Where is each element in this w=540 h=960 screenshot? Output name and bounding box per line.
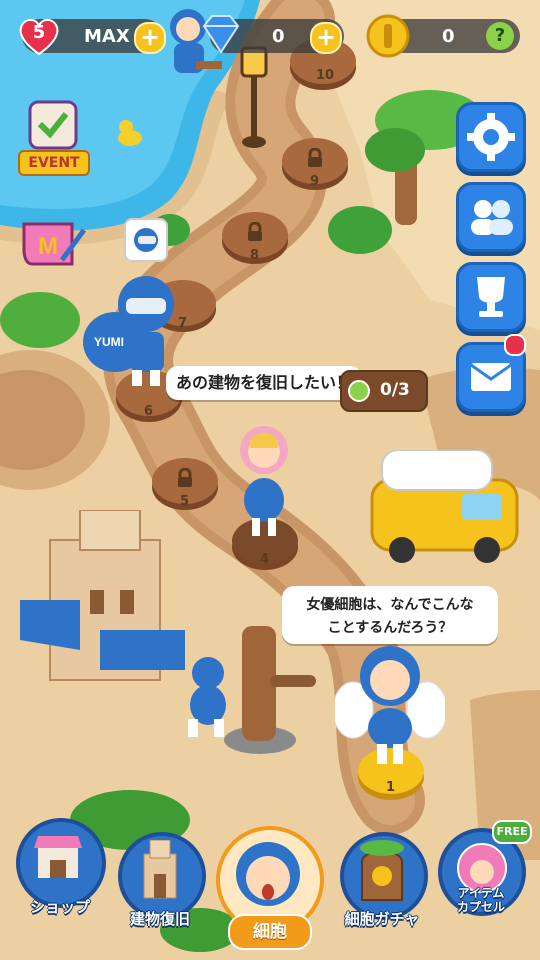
- lock-icon: [248, 222, 262, 241]
- nav-building-label: 建物復旧: [129, 910, 190, 928]
- speech-bubble-actress: 女優細胞は、なんでこんな ことするんだろう？: [282, 586, 498, 644]
- friends-icon: [471, 200, 513, 235]
- lock-icon: [178, 468, 192, 487]
- calendar-check-icon: [28, 100, 78, 150]
- level-number-8: 8: [250, 248, 260, 263]
- speech-bubble-restore: あの建物を復旧したい！: [166, 366, 362, 400]
- lamp-post: [240, 46, 268, 148]
- achievements-button[interactable]: [456, 262, 526, 332]
- level-number-6: 6: [144, 404, 154, 419]
- mail-notification-dot: [504, 334, 526, 356]
- game-scene: 10 9 8 7 6 5 4 1 YUMI MAX 5 + 0 + 0 ? EV…: [0, 0, 540, 960]
- quill-letter-icon: M: [22, 222, 87, 266]
- nav-cells-button[interactable]: 細胞: [214, 826, 324, 950]
- nav-cells-label: 細胞: [228, 914, 312, 950]
- character-hooded-girl[interactable]: [232, 420, 296, 540]
- nav-item-label-line1: アイテム: [457, 886, 505, 900]
- camper-van: [370, 450, 519, 563]
- diamond-icon: [202, 15, 240, 54]
- level-number-4: 4: [260, 552, 270, 567]
- quest-progress-panel[interactable]: 0/3: [340, 370, 428, 412]
- nav-item-label-line2: カプセル: [456, 900, 505, 914]
- level-number-1: 1: [386, 780, 396, 795]
- event-button[interactable]: EVENT: [18, 96, 90, 180]
- lock-icon: [308, 148, 322, 167]
- svg-text:M: M: [38, 233, 58, 260]
- cell-character-icon: [236, 842, 300, 906]
- nav-gacha-button[interactable]: 細胞ガチャ: [334, 832, 430, 932]
- rider-name-text: YUMI: [94, 335, 124, 349]
- level-number-9: 9: [310, 174, 320, 189]
- help-button[interactable]: ?: [486, 22, 514, 50]
- nav-item-label: アイテム カプセル: [432, 886, 530, 914]
- trophy-icon: [477, 277, 505, 317]
- character-blue-worker: [188, 657, 226, 737]
- nav-item-capsule-button[interactable]: FREE アイテム カプセル: [432, 820, 532, 930]
- free-badge: FREE: [492, 820, 532, 844]
- friends-button[interactable]: [456, 182, 526, 252]
- settings-button[interactable]: [456, 102, 526, 172]
- add-lives-button[interactable]: +: [134, 22, 166, 54]
- lives-status-text: MAX: [84, 26, 130, 47]
- level-number-5: 5: [180, 494, 190, 509]
- nav-gacha-label: 細胞ガチャ: [344, 910, 420, 928]
- nav-shop-button[interactable]: ショップ: [12, 818, 108, 928]
- add-gems-button[interactable]: +: [310, 22, 342, 54]
- character-angel-cell[interactable]: [335, 640, 445, 770]
- event-label: EVENT: [18, 150, 90, 176]
- quest-progress-text: 0/3: [380, 380, 410, 400]
- speech-text-line1: 女優細胞は、なんでこんな: [306, 597, 474, 613]
- gacha-door-icon: [360, 840, 404, 901]
- coin-icon: [366, 14, 410, 58]
- speech-text-line2: ことするんだろう？: [327, 620, 453, 636]
- nav-shop-label: ショップ: [29, 898, 90, 916]
- helmet-icon: [134, 228, 158, 252]
- castle-tower-icon: [143, 840, 177, 899]
- gear-icon: [467, 113, 515, 161]
- shop-stall-icon: [34, 836, 82, 878]
- lives-count: 5: [32, 22, 46, 43]
- speech-text-restore: あの建物を復旧したい！: [175, 373, 352, 392]
- coins-count: 0: [442, 26, 455, 47]
- rider-helmet-marker[interactable]: [124, 218, 168, 262]
- level-number-10: 10: [316, 68, 335, 83]
- nav-building-button[interactable]: 建物復旧: [112, 832, 208, 932]
- quest-orb-icon: [348, 380, 370, 402]
- gems-count: 0: [272, 26, 285, 47]
- sandstone-building: [20, 510, 185, 681]
- mail-quest-button[interactable]: M: [18, 216, 88, 276]
